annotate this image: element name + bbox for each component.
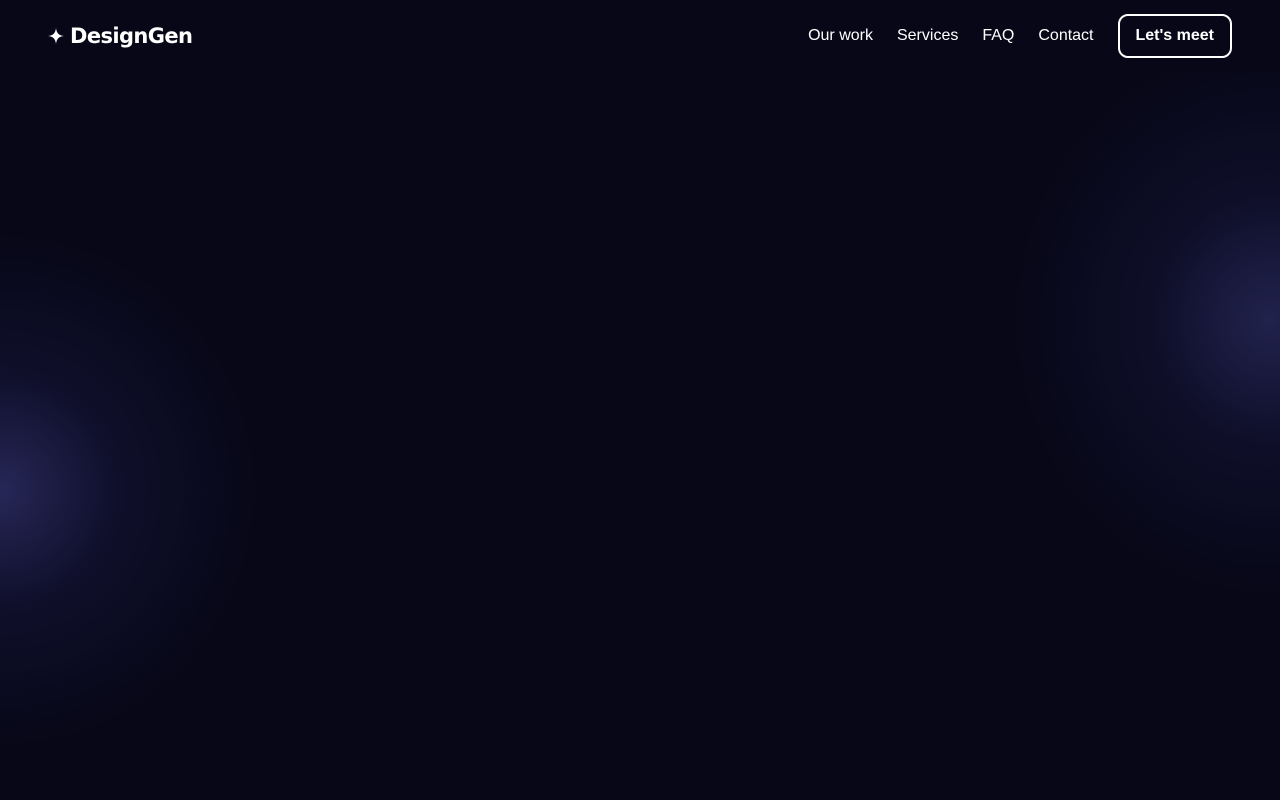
lets-meet-button[interactable]: Let's meet: [1117, 14, 1232, 58]
background-glow-right: [1010, 40, 1280, 600]
background-glow-left: [0, 230, 260, 750]
brand-name: DesignGen: [70, 24, 193, 48]
nav-link-our-work[interactable]: Our work: [808, 27, 873, 45]
nav-link-faq[interactable]: FAQ: [982, 27, 1014, 45]
nav-link-contact[interactable]: Contact: [1038, 27, 1093, 45]
landing-page: DesignGen Our work Services FAQ Contact …: [0, 0, 1280, 800]
nav-link-services[interactable]: Services: [897, 27, 958, 45]
sparkle-icon: [48, 28, 64, 44]
nav-links: Our work Services FAQ Contact Let's meet: [808, 14, 1232, 58]
top-navbar: DesignGen Our work Services FAQ Contact …: [0, 0, 1280, 72]
brand-logo[interactable]: DesignGen: [48, 24, 193, 48]
